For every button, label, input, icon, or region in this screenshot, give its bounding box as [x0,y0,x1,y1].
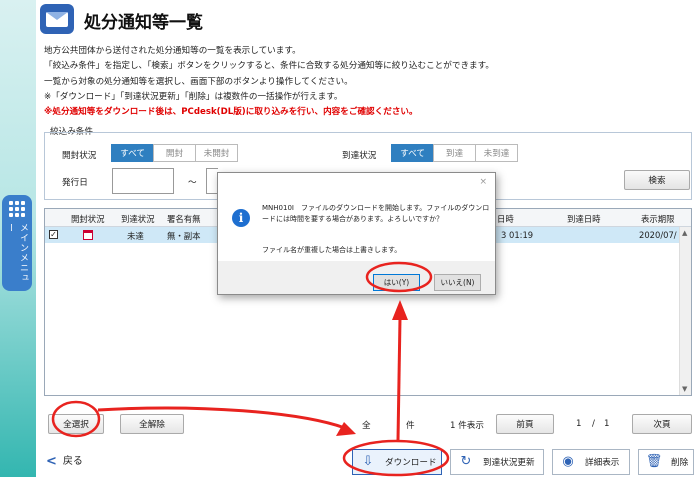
description: 地方公共団体から送付された処分通知等の一覧を表示しています。 「絞込み条件」を指… [44,44,494,120]
arrival-status-toggle: すべて 到達 未到達 [391,144,518,162]
scroll-up-icon[interactable]: ▲ [682,229,687,237]
unopened-mail-icon [83,230,93,240]
dialog-overwrite-message: ファイル名が重複した場合は上書きします。 [262,246,402,254]
refresh-arrival-button[interactable]: ↻ 到達状況更新 [450,449,544,475]
refresh-icon: ↻ [460,454,472,469]
back-button[interactable]: < 戻る [46,452,83,469]
grid-menu-icon [9,201,25,217]
page-title: 処分通知等一覧 [84,13,203,33]
detail-label: 詳細表示 [585,458,620,468]
dialog-close-icon[interactable]: × [479,177,487,187]
back-label: 戻る [62,456,83,467]
column-header[interactable]: 到達状況 [121,213,155,225]
column-header[interactable]: 開封状況 [71,213,105,225]
main-menu-label: メインメニュー [5,223,28,283]
delete-button[interactable]: 🗑 削除 [638,449,694,475]
description-line: 「絞込み条件」を指定し、「検索」ボタンをクリックすると、条件に合致する処分通知等… [44,61,494,72]
arrival-status-not-arrived[interactable]: 未到達 [475,144,518,162]
row-checkbox[interactable]: ✓ [49,230,58,239]
total-unit: 件 [406,421,415,431]
notice-envelope-icon [40,4,74,34]
download-label: ダウンロード [385,458,437,468]
arrival-status-all[interactable]: すべて [391,144,434,162]
dialog-yes-button[interactable]: はい(Y) [373,274,420,291]
dialog-message: MNH010I ファイルのダウンロードを開始します。ファイルのダウンロードには時… [262,204,490,223]
column-header[interactable]: 日時 [497,213,514,225]
search-button[interactable]: 検索 [624,170,690,190]
vertical-scrollbar[interactable]: ▲ ▼ [679,227,691,395]
page-header: 処分通知等一覧 [36,0,700,38]
select-all-button[interactable]: 全選択 [48,414,104,434]
bottom-toolbar: < 戻る ⇩ ダウンロード ↻ 到達状況更新 ◉ 詳細表示 🗑 削除 [36,443,700,477]
column-header[interactable]: 表示期限 [641,213,675,225]
next-page-button[interactable]: 次頁 [632,414,692,434]
row-arrival-status: 未達 [127,231,144,241]
total-label: 全 [362,421,371,431]
row-display-until: 2020/07/ [639,230,677,240]
open-status-toggle: すべて 開封 未開封 [111,144,238,162]
page-separator: / [592,419,595,429]
download-confirm-dialog: × i MNH010I ファイルのダウンロードを開始します。ファイルのダウンロー… [217,172,496,295]
trash-icon: 🗑 [645,454,663,469]
chevron-left-icon: < [46,454,57,469]
download-icon: ⇩ [362,454,374,469]
main-menu-tab[interactable]: メインメニュー [2,195,32,291]
open-status-label: 開封状況 [62,151,97,161]
current-page: 1 [576,419,582,429]
eye-icon: ◉ [562,454,574,469]
description-line: ※「ダウンロード」「到達状況更新」「削除」は複数件の一括操作が行えます。 [44,91,343,102]
description-line: 地方公共団体から送付された処分通知等の一覧を表示しています。 [44,46,301,56]
dialog-no-button[interactable]: いいえ(N) [434,274,481,291]
column-header[interactable]: 到達日時 [567,213,601,225]
column-header[interactable]: 署名有無 [167,213,201,225]
issue-date-from-input[interactable] [112,168,174,194]
dialog-body: × i MNH010I ファイルのダウンロードを開始します。ファイルのダウンロー… [218,173,495,261]
open-status-opened[interactable]: 開封 [153,144,196,162]
description-line: 一覧から対象の処分通知等を選択し、画面下部のボタンより操作してください。 [44,76,353,87]
delete-label: 削除 [671,458,689,468]
row-signature: 無・副本 [167,231,201,241]
date-range-separator: ～ [188,178,197,188]
warning-text: ※処分通知等をダウンロード後は、PCdesk(DL版)に取り込みを行い、内容をご… [44,107,418,118]
shown-count: 1 件表示 [450,421,484,431]
total-pages: 1 [604,419,610,429]
detail-view-button[interactable]: ◉ 詳細表示 [552,449,630,475]
open-status-all[interactable]: すべて [111,144,154,162]
prev-page-button[interactable]: 前頁 [496,414,554,434]
download-button[interactable]: ⇩ ダウンロード [352,449,442,475]
open-status-unopened[interactable]: 未開封 [195,144,238,162]
row-datetime: 3 01:19 [501,230,534,240]
left-sidebar-stripe: メインメニュー [0,0,36,477]
arrival-status-arrived[interactable]: 到達 [433,144,476,162]
info-icon: i [232,209,250,227]
arrival-status-label: 到達状況 [342,151,377,161]
scroll-down-icon[interactable]: ▼ [682,385,687,393]
deselect-all-button[interactable]: 全解除 [120,414,184,434]
issue-date-label: 発行日 [62,178,88,188]
app-window: メインメニュー 処分通知等一覧 地方公共団体から送付された処分通知等の一覧を表示… [0,0,700,477]
refresh-label: 到達状況更新 [483,458,535,468]
